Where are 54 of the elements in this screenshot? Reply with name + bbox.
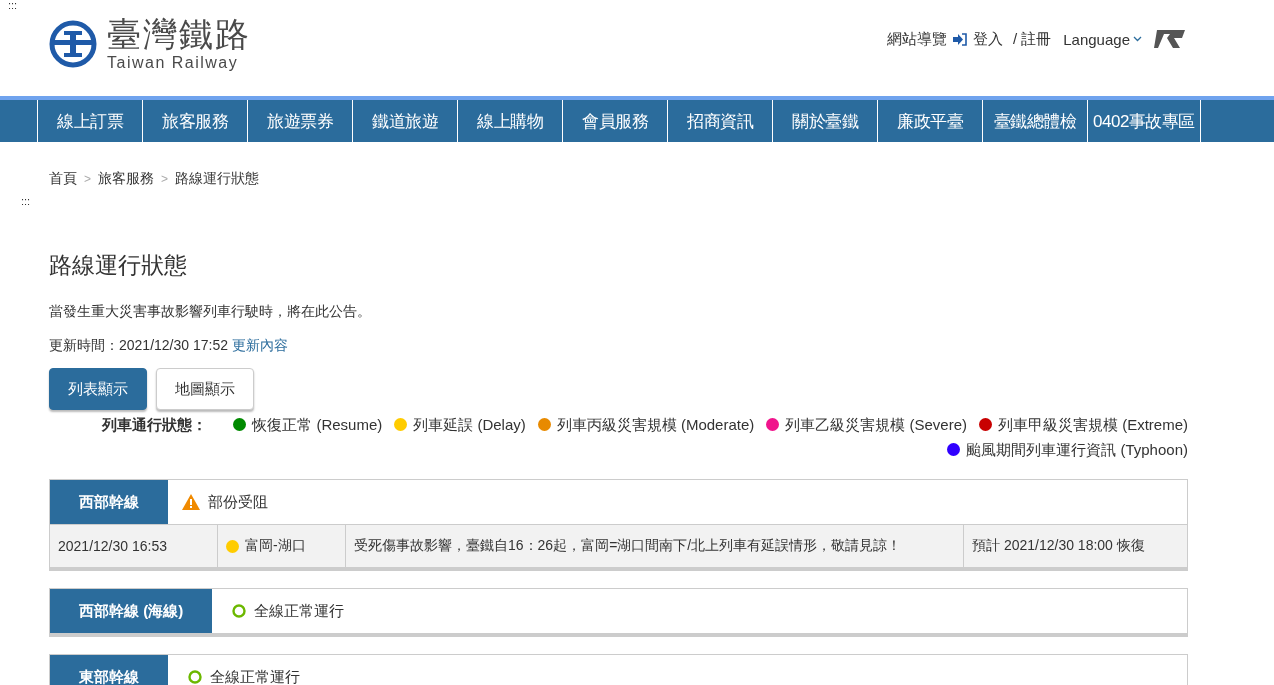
logo-icon [49,20,97,68]
nav-item[interactable]: 鐵道旅遊 [352,100,457,142]
line-name: 西部幹線 [50,480,168,524]
legend-text: 列車延誤 (Delay) [413,416,526,433]
logo-subtitle: Taiwan Railway [107,53,240,72]
breadcrumb-separator: > [84,172,91,186]
nav-item[interactable]: 會員服務 [562,100,667,142]
legend-text: 列車丙級災害規模 (Moderate) [556,416,755,433]
ring-icon [232,604,247,618]
page-title: 路線運行狀態 [49,251,188,280]
nav-item[interactable]: 廉政平臺 [877,100,982,142]
legend-text: 列車甲級災害規模 (Extreme) [998,416,1188,433]
brand-mark-icon [1154,30,1188,48]
current-page-text: 路線運行狀態 [175,170,260,188]
nav-item[interactable]: 旅客服務 [142,100,247,142]
line-status: 部份受阻 [208,492,268,512]
breadcrumb-separator: > [161,172,169,186]
line-name: 西部幹線 (海線) [50,589,213,633]
logo-title: 臺灣鐵路 [107,16,251,54]
ring-icon [188,670,202,684]
language-menu[interactable]: Language [1063,30,1130,48]
skip-link[interactable]: ::: [8,0,18,11]
nav-item[interactable]: 招商資訊 [667,100,772,142]
warning-icon [182,494,200,510]
update-time: 更新時間：2021/12/30 17:52 [49,337,228,353]
breadcrumb-link[interactable]: 旅客服務 [98,170,154,188]
legend-text: 列車乙級災害規模 (Severe) [785,416,967,433]
legend-text: 颱風期間列車運行資訊 (Typhoon) [966,441,1188,458]
skip-link[interactable]: ::: [21,196,31,207]
nav-item[interactable]: 線上訂票 [37,100,142,142]
legend-label: 列車通行狀態： [102,415,208,435]
incident-time: 2021/12/30 16:53 [50,525,218,567]
nav-item[interactable]: 0402事故專區 [1087,100,1201,142]
intro-text: 當發生重大災害事故影響列車行駛時，將在此公告。 [49,303,372,321]
incident-section: 富岡-湖口 [245,537,306,555]
incident-description: 受死傷事故影響，臺鐵自16：26起，富岡=湖口間南下/北上列車有延誤情形，敬請見諒！ [346,525,964,567]
nav-item[interactable]: 旅遊票券 [247,100,352,142]
nav-item[interactable]: 線上購物 [457,100,562,142]
login-link[interactable]: 登入 [972,29,1003,49]
update-link[interactable]: 更新內容 [231,337,288,353]
nav-item[interactable]: 關於臺鐵 [772,100,877,142]
login-icon [952,32,967,46]
line-status: 全線正常運行 [210,667,300,685]
nav-item[interactable]: 臺鐵總體檢 [982,100,1087,142]
line-name: 東部幹線 [50,655,168,685]
incident-expected: 預計 2021/12/30 18:00 恢復 [971,536,1146,555]
view-button[interactable]: 地圖顯示 [156,368,254,410]
view-button[interactable]: 列表顯示 [49,368,147,410]
sitemap-link[interactable]: 網站導覽 [886,29,947,49]
chevron-down-icon [1133,36,1142,42]
legend-text: 恢復正常 (Resume) [252,416,383,433]
line-status: 全線正常運行 [254,601,345,621]
breadcrumb-link[interactable]: 首頁 [49,170,77,188]
register-link[interactable]: / 註冊 [1012,29,1052,49]
